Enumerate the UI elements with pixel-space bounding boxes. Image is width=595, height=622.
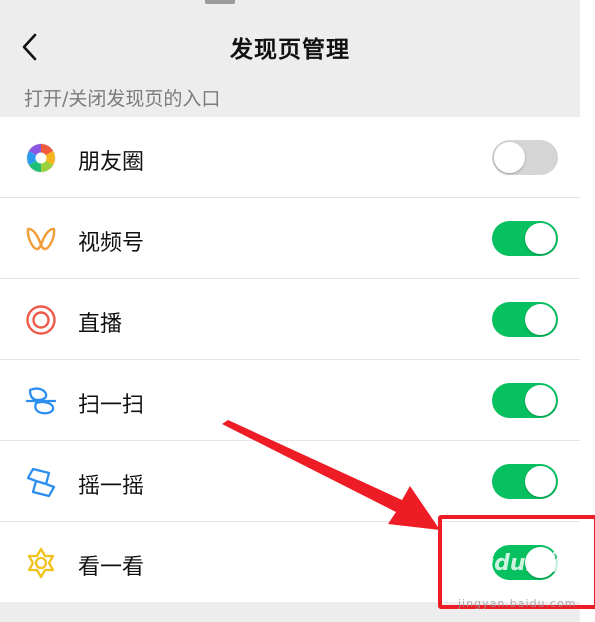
item-label: 直播 xyxy=(78,312,123,337)
toggle-knob xyxy=(525,223,556,254)
live-icon xyxy=(26,305,56,335)
page-title: 发现页管理 xyxy=(230,37,350,63)
toggle-knob xyxy=(525,466,556,497)
channels-toggle[interactable] xyxy=(492,221,558,256)
list-item-moments: 朋友圈 xyxy=(0,117,580,198)
shake-toggle[interactable] xyxy=(492,464,558,499)
item-label: 看一看 xyxy=(78,555,145,580)
list-item-shake: 摇一摇 xyxy=(0,441,580,522)
top-stories-toggle[interactable] xyxy=(492,545,558,580)
screen-edge xyxy=(580,0,595,622)
section-description: 打开/关闭发现页的入口 xyxy=(24,88,221,110)
item-label: 朋友圈 xyxy=(78,150,145,175)
list-item-top-stories: 看一看 xyxy=(0,522,580,602)
item-label: 扫一扫 xyxy=(78,393,145,418)
list-item-scan: 扫一扫 xyxy=(0,360,580,441)
toggle-knob xyxy=(525,547,556,578)
shake-icon xyxy=(26,467,56,498)
list-item-channels: 视频号 xyxy=(0,198,580,279)
toggle-knob xyxy=(525,304,556,335)
entry-list: 朋友圈 视频号 直播 扫一扫 摇一摇 看一看 xyxy=(0,117,580,602)
live-toggle[interactable] xyxy=(492,302,558,337)
item-label: 摇一摇 xyxy=(78,474,145,499)
item-label: 视频号 xyxy=(78,231,145,256)
toggle-knob xyxy=(494,142,525,173)
toggle-knob xyxy=(525,385,556,416)
scan-toggle[interactable] xyxy=(492,383,558,418)
discover-settings-page: 发现页管理 打开/关闭发现页的入口 朋友圈 视频号 直播 扫一扫 摇一摇 看一看 xyxy=(0,0,580,622)
channels-icon xyxy=(26,227,56,251)
nav-header: 发现页管理 xyxy=(0,0,580,80)
moments-icon xyxy=(26,143,56,173)
moments-toggle[interactable] xyxy=(492,140,558,175)
scan-icon xyxy=(25,387,57,415)
top-stories-icon xyxy=(27,547,55,579)
list-item-live: 直播 xyxy=(0,279,580,360)
